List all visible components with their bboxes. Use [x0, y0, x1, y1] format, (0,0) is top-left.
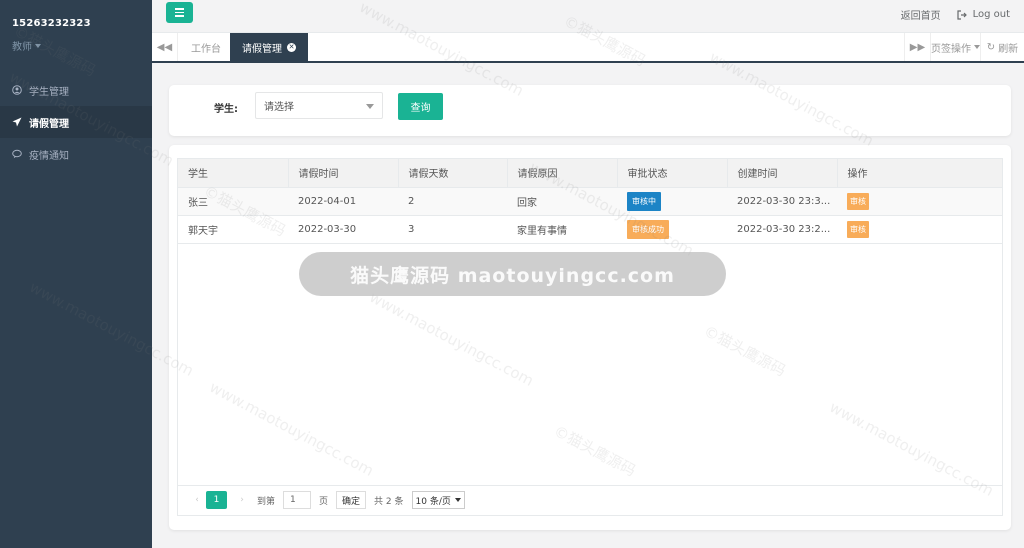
user-circle-icon [12, 85, 22, 95]
col-header-reason[interactable]: 请假原因 [507, 159, 618, 188]
sidebar-item-label: 请假管理 [29, 118, 69, 130]
sidebar-item-students[interactable]: 学生管理 [0, 74, 152, 106]
page-number-current[interactable]: 1 [206, 491, 227, 509]
tab-leave-management[interactable]: 请假管理 ✕ [230, 33, 308, 61]
close-icon[interactable]: ✕ [287, 42, 296, 52]
page-size-select[interactable]: 10 条/页 [411, 491, 465, 509]
cell-status: 审核成功 [617, 215, 727, 244]
status-badge: 审核中 [627, 191, 661, 211]
profile: 15263232323 教师 [0, 0, 152, 70]
cell-days: 2 [398, 187, 507, 216]
table-row[interactable]: 郭天宇 2022-03-30 3 家里有事情 审核成功 2022-03-30 2… [178, 215, 1002, 244]
cell-action: 审核 [837, 215, 1002, 244]
sidebar-item-label: 疫情通知 [29, 150, 69, 162]
goto-label: 到第 [257, 496, 276, 507]
student-select-placeholder: 请选择 [264, 102, 294, 113]
refresh-button[interactable]: ↻ 刷新 [980, 33, 1024, 61]
table-panel: 学生 请假时间 请假天数 请假原因 审批状态 创建时间 操作 张三 2022-0… [169, 145, 1011, 530]
cell-student: 郭天宇 [178, 215, 288, 244]
page-size-value: 10 条/页 [415, 496, 451, 507]
chevron-down-icon [366, 104, 374, 109]
page-unit-label: 页 [319, 496, 329, 507]
cell-date: 2022-04-01 [288, 187, 398, 216]
sidebar-nav: 学生管理 请假管理 疫情通知 [0, 74, 152, 170]
leave-table: 学生 请假时间 请假天数 请假原因 审批状态 创建时间 操作 张三 2022-0… [178, 159, 1003, 244]
tab-label: 工作台 [191, 43, 221, 55]
cell-status: 审核中 [617, 187, 727, 216]
sidebar: 15263232323 教师 学生管理 请假管理 疫情通知 [0, 0, 152, 548]
sidebar-item-label: 学生管理 [29, 86, 69, 98]
topbar: 返回首页 Log out [152, 0, 1024, 33]
tabs-scroll-left-button[interactable]: ◀◀ [152, 33, 178, 61]
query-button[interactable]: 查询 [398, 93, 443, 120]
role-dropdown[interactable]: 教师 [12, 38, 152, 53]
sidebar-item-notice[interactable]: 疫情通知 [0, 138, 152, 170]
user-name: 15263232323 [12, 18, 91, 29]
next-page-icon[interactable]: › [233, 495, 251, 505]
logout-link[interactable]: Log out [956, 9, 1010, 20]
student-filter-label: 学生: [214, 104, 238, 115]
watermark-banner: 猫头鹰源码 maotouyingcc.com [299, 252, 726, 296]
col-header-student[interactable]: 学生 [178, 159, 289, 188]
pagination: ‹ 1 › 到第 1 页 确定 共 2 条 10 条/页 [188, 490, 465, 510]
tab-ops-dropdown[interactable]: 页签操作 [930, 33, 980, 61]
paper-plane-icon [12, 117, 22, 127]
goto-page-input[interactable]: 1 [283, 491, 312, 509]
tabs-scroll-right-button[interactable]: ▶▶ [904, 33, 930, 61]
table-row[interactable]: 张三 2022-04-01 2 回家 审核中 2022-03-30 23:3..… [178, 187, 1002, 216]
tab-ops-label: 页签操作 [931, 43, 971, 55]
top-links: 返回首页 Log out [901, 7, 1010, 22]
tab-workbench[interactable]: 工作台 [179, 33, 233, 61]
prev-page-icon[interactable]: ‹ [188, 495, 206, 505]
backward-icon: ◀◀ [156, 41, 173, 53]
sidebar-item-leave[interactable]: 请假管理 [0, 106, 152, 138]
col-header-action: 操作 [837, 159, 1003, 188]
cell-reason: 回家 [507, 187, 617, 216]
caret-down-icon [35, 43, 41, 48]
cell-student: 张三 [178, 187, 288, 216]
chevron-down-icon [454, 498, 461, 502]
tab-label: 请假管理 [242, 43, 282, 55]
refresh-label: 刷新 [998, 43, 1019, 55]
role-label: 教师 [12, 42, 32, 53]
review-button[interactable]: 审核 [847, 192, 869, 210]
status-badge: 审核成功 [627, 219, 669, 239]
cell-days: 3 [398, 215, 507, 244]
col-header-date[interactable]: 请假时间 [288, 159, 399, 188]
cell-reason: 家里有事情 [507, 215, 617, 244]
col-header-days[interactable]: 请假天数 [398, 159, 508, 188]
search-panel: 学生: 请选择 查询 [169, 85, 1011, 136]
home-link[interactable]: 返回首页 [901, 7, 941, 22]
cell-created: 2022-03-30 23:2... [727, 215, 837, 244]
student-select[interactable]: 请选择 [255, 92, 383, 119]
cell-created: 2022-03-30 23:3... [727, 187, 837, 216]
cell-date: 2022-03-30 [288, 215, 398, 244]
logout-label: Log out [972, 9, 1010, 20]
pager-divider [178, 485, 1002, 486]
sign-out-icon [956, 9, 967, 20]
review-button[interactable]: 审核 [847, 220, 869, 238]
comment-icon [12, 149, 22, 159]
table-header-row: 学生 请假时间 请假天数 请假原因 审批状态 创建时间 操作 [178, 159, 1003, 188]
goto-confirm-button[interactable]: 确定 [336, 491, 367, 509]
tabs-bar: ◀◀ 工作台 请假管理 ✕ ▶▶ 页签操作 ↻ 刷新 [152, 33, 1024, 63]
cell-action: 审核 [837, 187, 1002, 216]
hamburger-icon [175, 8, 184, 10]
refresh-icon: ↻ [986, 41, 996, 53]
total-count: 共 2 条 [374, 496, 404, 507]
col-header-created[interactable]: 创建时间 [727, 159, 838, 188]
menu-toggle-button[interactable] [166, 2, 193, 23]
col-header-status[interactable]: 审批状态 [617, 159, 728, 188]
leave-table-container: 学生 请假时间 请假天数 请假原因 审批状态 创建时间 操作 张三 2022-0… [177, 158, 1003, 516]
forward-icon: ▶▶ [909, 41, 926, 53]
